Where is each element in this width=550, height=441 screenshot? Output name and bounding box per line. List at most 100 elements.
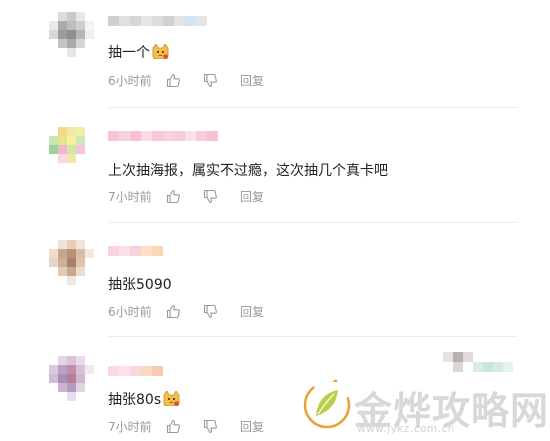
username-pixel xyxy=(141,131,152,141)
username-pixel xyxy=(196,16,207,26)
avatar-pixel xyxy=(67,374,76,383)
avatar-pixel xyxy=(58,21,67,30)
thumbs-up-icon[interactable] xyxy=(166,304,181,319)
comment-text: 上次抽海报，属实不过瘾，这次抽几个真卡吧 xyxy=(108,162,388,180)
avatar-pixel xyxy=(67,267,76,276)
avatar-pixel xyxy=(58,240,67,249)
reply-button[interactable]: 回复 xyxy=(240,420,264,434)
avatar-pixel xyxy=(67,145,76,154)
blurred-badge xyxy=(443,352,513,372)
avatar-pixel xyxy=(58,163,67,172)
username-pixel xyxy=(119,246,130,256)
username-pixel xyxy=(196,131,207,141)
divider xyxy=(108,336,518,337)
avatar-pixel xyxy=(85,249,94,258)
avatar-pixel xyxy=(49,249,58,258)
avatar-pixel xyxy=(58,12,67,21)
thumbs-up-icon[interactable] xyxy=(166,189,181,204)
username-pixel xyxy=(119,16,130,26)
avatar-pixel xyxy=(76,267,85,276)
avatar-pixel xyxy=(67,163,76,172)
username-pixel xyxy=(185,16,196,26)
username-pixel xyxy=(207,131,218,141)
avatar-pixel xyxy=(58,154,67,163)
avatar-pixel xyxy=(76,136,85,145)
avatar-pixel xyxy=(85,12,94,21)
username-pixel xyxy=(185,131,196,141)
thumbs-down-icon[interactable] xyxy=(203,189,218,204)
username-pixel xyxy=(130,131,141,141)
username-pixel xyxy=(108,131,119,141)
avatar-pixel xyxy=(67,154,76,163)
avatar-pixel xyxy=(49,21,58,30)
username-blurred[interactable] xyxy=(108,16,207,26)
username-blurred[interactable] xyxy=(108,366,163,376)
username-blurred[interactable] xyxy=(108,131,218,141)
username-pixel xyxy=(108,16,119,26)
comment-text: 抽张80s xyxy=(108,391,180,409)
comment-meta: 6小时前 回复 xyxy=(108,73,264,88)
username-pixel xyxy=(119,366,130,376)
avatar-pixel xyxy=(76,240,85,249)
avatar-pixel xyxy=(76,12,85,21)
username-blurred[interactable] xyxy=(108,246,163,256)
thumbs-up-icon[interactable] xyxy=(166,73,181,88)
comment-meta: 7小时前 回复 xyxy=(108,419,264,434)
avatar-pixel xyxy=(76,392,85,401)
avatar-pixel xyxy=(85,48,94,57)
avatar-pixel xyxy=(49,154,58,163)
username-pixel xyxy=(152,246,163,256)
avatar-pixel xyxy=(49,39,58,48)
avatar-pixel xyxy=(85,240,94,249)
avatar-pixel xyxy=(58,267,67,276)
avatar-pixel xyxy=(76,48,85,57)
avatar-pixel xyxy=(76,374,85,383)
thumbs-up-icon[interactable] xyxy=(166,419,181,434)
avatar-pixel xyxy=(85,392,94,401)
thumbs-down-icon[interactable] xyxy=(203,73,218,88)
avatar-pixel xyxy=(85,383,94,392)
avatar[interactable] xyxy=(49,240,94,285)
avatar-pixel xyxy=(49,127,58,136)
username-pixel xyxy=(108,366,119,376)
avatar-pixel xyxy=(49,163,58,172)
avatar-pixel xyxy=(85,365,94,374)
username-pixel xyxy=(174,131,185,141)
avatar-pixel xyxy=(76,154,85,163)
avatar-pixel xyxy=(85,258,94,267)
avatar-pixel xyxy=(58,127,67,136)
avatar-pixel xyxy=(49,136,58,145)
avatar-pixel xyxy=(49,276,58,285)
avatar-pixel xyxy=(58,392,67,401)
avatar-pixel xyxy=(67,356,76,365)
reply-button[interactable]: 回复 xyxy=(240,74,264,88)
avatar-pixel xyxy=(76,21,85,30)
username-pixel xyxy=(141,366,152,376)
avatar[interactable] xyxy=(49,127,94,172)
thumbs-down-icon[interactable] xyxy=(203,304,218,319)
comment-time: 7小时前 xyxy=(108,189,152,204)
avatar-pixel xyxy=(76,127,85,136)
avatar-pixel xyxy=(49,258,58,267)
avatar-pixel xyxy=(85,154,94,163)
avatar[interactable] xyxy=(49,12,94,57)
avatar-pixel xyxy=(58,383,67,392)
cat-emoji-icon xyxy=(163,391,180,406)
avatar[interactable] xyxy=(49,356,94,401)
avatar-pixel xyxy=(85,276,94,285)
avatar-pixel xyxy=(67,127,76,136)
username-pixel xyxy=(152,16,163,26)
avatar-pixel xyxy=(49,240,58,249)
avatar-pixel xyxy=(58,249,67,258)
reply-button[interactable]: 回复 xyxy=(240,190,264,204)
avatar-pixel xyxy=(49,30,58,39)
avatar-pixel xyxy=(76,163,85,172)
comment-text-value: 抽张5090 xyxy=(108,277,172,293)
username-pixel xyxy=(108,246,119,256)
comment-text: 抽一个 xyxy=(108,44,169,62)
reply-button[interactable]: 回复 xyxy=(240,305,264,319)
avatar-pixel xyxy=(76,30,85,39)
thumbs-down-icon[interactable] xyxy=(203,419,218,434)
comment-text-value: 抽一个 xyxy=(108,45,150,61)
avatar-pixel xyxy=(85,30,94,39)
